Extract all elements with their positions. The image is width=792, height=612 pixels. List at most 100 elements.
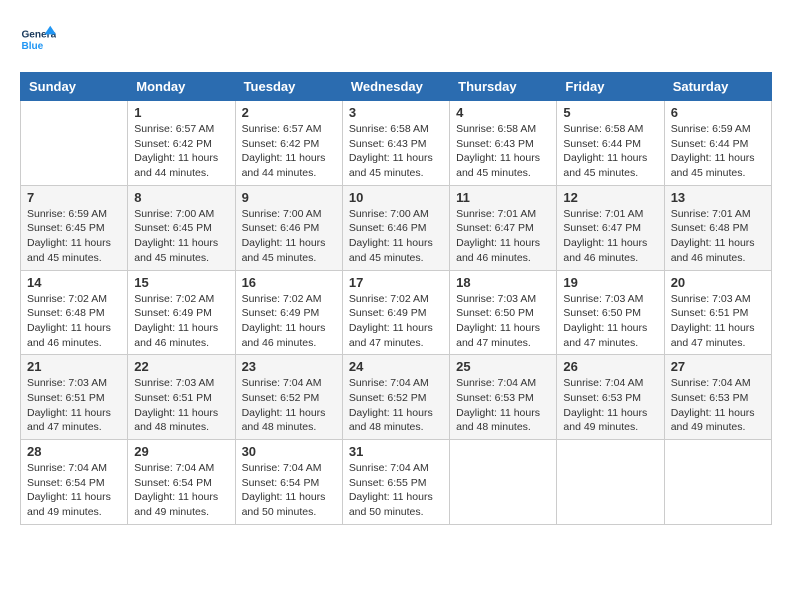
calendar-cell xyxy=(21,101,128,186)
calendar-cell: 2 Sunrise: 6:57 AM Sunset: 6:42 PM Daylig… xyxy=(235,101,342,186)
day-detail: Sunrise: 7:01 AM Sunset: 6:48 PM Dayligh… xyxy=(671,207,765,266)
day-number: 30 xyxy=(242,444,336,459)
day-detail: Sunrise: 6:58 AM Sunset: 6:44 PM Dayligh… xyxy=(563,122,657,181)
day-number: 18 xyxy=(456,275,550,290)
day-detail: Sunrise: 7:04 AM Sunset: 6:54 PM Dayligh… xyxy=(134,461,228,520)
day-number: 31 xyxy=(349,444,443,459)
day-detail: Sunrise: 7:04 AM Sunset: 6:54 PM Dayligh… xyxy=(242,461,336,520)
day-number: 6 xyxy=(671,105,765,120)
day-detail: Sunrise: 7:01 AM Sunset: 6:47 PM Dayligh… xyxy=(563,207,657,266)
calendar-cell: 21 Sunrise: 7:03 AM Sunset: 6:51 PM Dayli… xyxy=(21,355,128,440)
day-number: 28 xyxy=(27,444,121,459)
day-detail: Sunrise: 7:03 AM Sunset: 6:51 PM Dayligh… xyxy=(134,376,228,435)
calendar-body: 1 Sunrise: 6:57 AM Sunset: 6:42 PM Daylig… xyxy=(21,101,772,525)
calendar-cell: 17 Sunrise: 7:02 AM Sunset: 6:49 PM Dayli… xyxy=(342,270,449,355)
header-day-thursday: Thursday xyxy=(450,73,557,101)
header-day-saturday: Saturday xyxy=(664,73,771,101)
day-detail: Sunrise: 6:58 AM Sunset: 6:43 PM Dayligh… xyxy=(349,122,443,181)
day-number: 12 xyxy=(563,190,657,205)
calendar-cell: 25Sunrise: 7:04 AM Sunset: 6:53 PM Dayli… xyxy=(450,355,557,440)
calendar-week-2: 14 Sunrise: 7:02 AM Sunset: 6:48 PM Dayli… xyxy=(21,270,772,355)
day-number: 7 xyxy=(27,190,121,205)
calendar-cell: 11Sunrise: 7:01 AM Sunset: 6:47 PM Dayli… xyxy=(450,185,557,270)
day-detail: Sunrise: 7:04 AM Sunset: 6:53 PM Dayligh… xyxy=(671,376,765,435)
calendar-cell: 12 Sunrise: 7:01 AM Sunset: 6:47 PM Dayli… xyxy=(557,185,664,270)
calendar-cell: 4Sunrise: 6:58 AM Sunset: 6:43 PM Daylig… xyxy=(450,101,557,186)
calendar-cell: 14 Sunrise: 7:02 AM Sunset: 6:48 PM Dayli… xyxy=(21,270,128,355)
calendar-cell: 29 Sunrise: 7:04 AM Sunset: 6:54 PM Dayli… xyxy=(128,440,235,525)
day-number: 17 xyxy=(349,275,443,290)
day-number: 20 xyxy=(671,275,765,290)
day-detail: Sunrise: 7:04 AM Sunset: 6:53 PM Dayligh… xyxy=(563,376,657,435)
calendar-cell: 6 Sunrise: 6:59 AM Sunset: 6:44 PM Daylig… xyxy=(664,101,771,186)
calendar-week-1: 7 Sunrise: 6:59 AM Sunset: 6:45 PM Daylig… xyxy=(21,185,772,270)
day-detail: Sunrise: 6:59 AM Sunset: 6:44 PM Dayligh… xyxy=(671,122,765,181)
calendar-cell: 30 Sunrise: 7:04 AM Sunset: 6:54 PM Dayli… xyxy=(235,440,342,525)
day-number: 19 xyxy=(563,275,657,290)
day-detail: Sunrise: 6:57 AM Sunset: 6:42 PM Dayligh… xyxy=(134,122,228,181)
calendar-cell: 1 Sunrise: 6:57 AM Sunset: 6:42 PM Daylig… xyxy=(128,101,235,186)
day-number: 16 xyxy=(242,275,336,290)
header-day-wednesday: Wednesday xyxy=(342,73,449,101)
calendar-cell: 19 Sunrise: 7:03 AM Sunset: 6:50 PM Dayli… xyxy=(557,270,664,355)
day-number: 3 xyxy=(349,105,443,120)
day-number: 14 xyxy=(27,275,121,290)
day-number: 13 xyxy=(671,190,765,205)
day-detail: Sunrise: 7:04 AM Sunset: 6:52 PM Dayligh… xyxy=(349,376,443,435)
calendar-cell: 26 Sunrise: 7:04 AM Sunset: 6:53 PM Dayli… xyxy=(557,355,664,440)
day-number: 2 xyxy=(242,105,336,120)
day-number: 24 xyxy=(349,359,443,374)
day-detail: Sunrise: 7:02 AM Sunset: 6:49 PM Dayligh… xyxy=(242,292,336,351)
calendar-cell: 7 Sunrise: 6:59 AM Sunset: 6:45 PM Daylig… xyxy=(21,185,128,270)
calendar-cell: 8Sunrise: 7:00 AM Sunset: 6:45 PM Daylig… xyxy=(128,185,235,270)
calendar-cell: 31Sunrise: 7:04 AM Sunset: 6:55 PM Dayli… xyxy=(342,440,449,525)
calendar-cell: 3 Sunrise: 6:58 AM Sunset: 6:43 PM Daylig… xyxy=(342,101,449,186)
calendar-cell: 23Sunrise: 7:04 AM Sunset: 6:52 PM Dayli… xyxy=(235,355,342,440)
calendar-cell: 15 Sunrise: 7:02 AM Sunset: 6:49 PM Dayli… xyxy=(128,270,235,355)
day-detail: Sunrise: 7:04 AM Sunset: 6:54 PM Dayligh… xyxy=(27,461,121,520)
svg-text:Blue: Blue xyxy=(21,41,43,52)
day-number: 10 xyxy=(349,190,443,205)
header-day-monday: Monday xyxy=(128,73,235,101)
day-number: 27 xyxy=(671,359,765,374)
calendar-cell xyxy=(557,440,664,525)
day-number: 9 xyxy=(242,190,336,205)
day-detail: Sunrise: 7:03 AM Sunset: 6:50 PM Dayligh… xyxy=(563,292,657,351)
day-number: 22 xyxy=(134,359,228,374)
day-number: 25 xyxy=(456,359,550,374)
day-detail: Sunrise: 7:03 AM Sunset: 6:51 PM Dayligh… xyxy=(27,376,121,435)
calendar-week-4: 28 Sunrise: 7:04 AM Sunset: 6:54 PM Dayli… xyxy=(21,440,772,525)
calendar-cell xyxy=(664,440,771,525)
day-number: 5 xyxy=(563,105,657,120)
header-row: SundayMondayTuesdayWednesdayThursdayFrid… xyxy=(21,73,772,101)
day-number: 1 xyxy=(134,105,228,120)
day-detail: Sunrise: 7:02 AM Sunset: 6:48 PM Dayligh… xyxy=(27,292,121,351)
logo: General Blue xyxy=(20,20,56,56)
day-number: 26 xyxy=(563,359,657,374)
day-number: 29 xyxy=(134,444,228,459)
calendar-cell: 13 Sunrise: 7:01 AM Sunset: 6:48 PM Dayli… xyxy=(664,185,771,270)
day-detail: Sunrise: 7:02 AM Sunset: 6:49 PM Dayligh… xyxy=(134,292,228,351)
day-detail: Sunrise: 7:00 AM Sunset: 6:46 PM Dayligh… xyxy=(349,207,443,266)
header-day-friday: Friday xyxy=(557,73,664,101)
calendar-cell xyxy=(450,440,557,525)
day-detail: Sunrise: 7:00 AM Sunset: 6:46 PM Dayligh… xyxy=(242,207,336,266)
calendar-cell: 28 Sunrise: 7:04 AM Sunset: 6:54 PM Dayli… xyxy=(21,440,128,525)
calendar-week-3: 21 Sunrise: 7:03 AM Sunset: 6:51 PM Dayli… xyxy=(21,355,772,440)
calendar-cell: 27 Sunrise: 7:04 AM Sunset: 6:53 PM Dayli… xyxy=(664,355,771,440)
calendar-table: SundayMondayTuesdayWednesdayThursdayFrid… xyxy=(20,72,772,525)
day-detail: Sunrise: 7:01 AM Sunset: 6:47 PM Dayligh… xyxy=(456,207,550,266)
day-detail: Sunrise: 6:59 AM Sunset: 6:45 PM Dayligh… xyxy=(27,207,121,266)
day-detail: Sunrise: 6:58 AM Sunset: 6:43 PM Dayligh… xyxy=(456,122,550,181)
calendar-cell: 24 Sunrise: 7:04 AM Sunset: 6:52 PM Dayli… xyxy=(342,355,449,440)
day-detail: Sunrise: 6:57 AM Sunset: 6:42 PM Dayligh… xyxy=(242,122,336,181)
day-number: 15 xyxy=(134,275,228,290)
day-detail: Sunrise: 7:00 AM Sunset: 6:45 PM Dayligh… xyxy=(134,207,228,266)
header-day-tuesday: Tuesday xyxy=(235,73,342,101)
calendar-cell: 20Sunrise: 7:03 AM Sunset: 6:51 PM Dayli… xyxy=(664,270,771,355)
day-number: 21 xyxy=(27,359,121,374)
day-detail: Sunrise: 7:03 AM Sunset: 6:50 PM Dayligh… xyxy=(456,292,550,351)
calendar-cell: 9 Sunrise: 7:00 AM Sunset: 6:46 PM Daylig… xyxy=(235,185,342,270)
calendar-cell: 16 Sunrise: 7:02 AM Sunset: 6:49 PM Dayli… xyxy=(235,270,342,355)
day-detail: Sunrise: 7:02 AM Sunset: 6:49 PM Dayligh… xyxy=(349,292,443,351)
